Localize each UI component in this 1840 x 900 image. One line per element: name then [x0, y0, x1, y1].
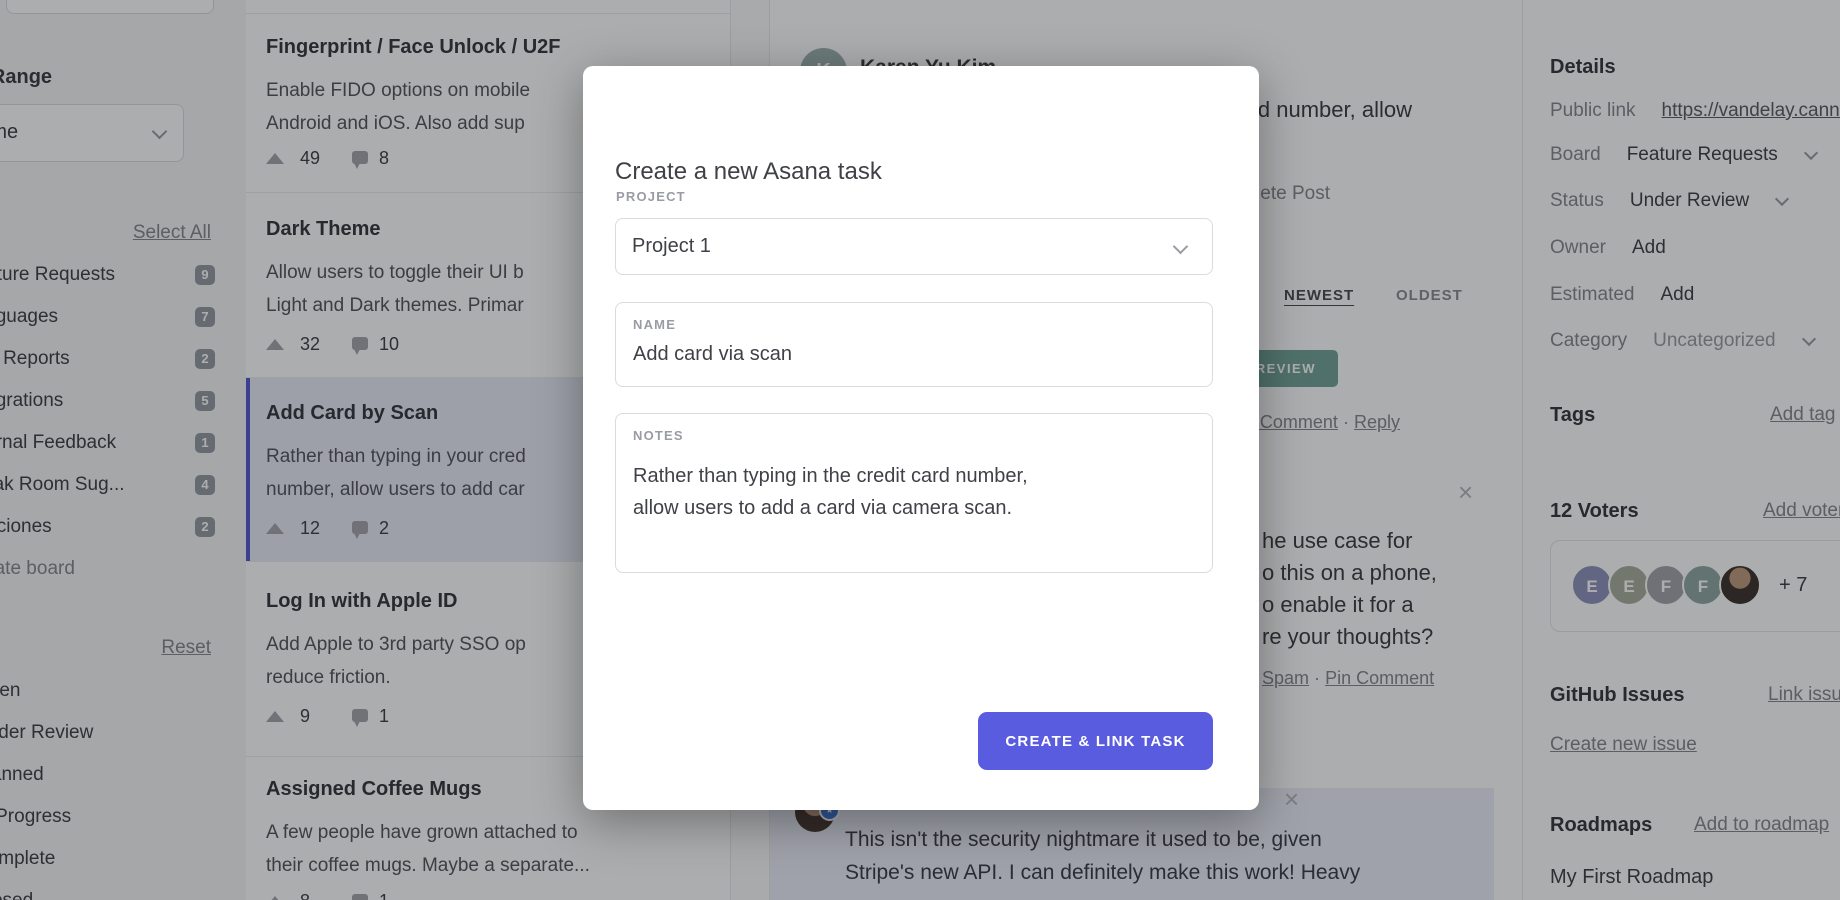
task-notes-field[interactable]: NOTES Rather than typing in the credit c… [615, 413, 1213, 573]
project-select[interactable]: Project 1 [615, 218, 1213, 275]
create-asana-task-modal: Create a new Asana task PROJECT Project … [583, 66, 1259, 810]
project-label: PROJECT [616, 189, 686, 204]
name-label: NAME [633, 317, 676, 332]
task-name-field[interactable]: NAME Add card via scan [615, 302, 1213, 387]
task-name-value: Add card via scan [633, 343, 792, 366]
notes-label: NOTES [633, 428, 684, 443]
app-window: Date Range All Time Select All Feature R… [0, 0, 1840, 900]
project-select-value: Project 1 [632, 235, 711, 258]
create-link-task-button[interactable]: CREATE & LINK TASK [978, 712, 1213, 770]
task-notes-value: Rather than typing in the credit card nu… [633, 460, 1028, 524]
chevron-down-icon [1173, 239, 1189, 255]
modal-title: Create a new Asana task [615, 158, 882, 186]
